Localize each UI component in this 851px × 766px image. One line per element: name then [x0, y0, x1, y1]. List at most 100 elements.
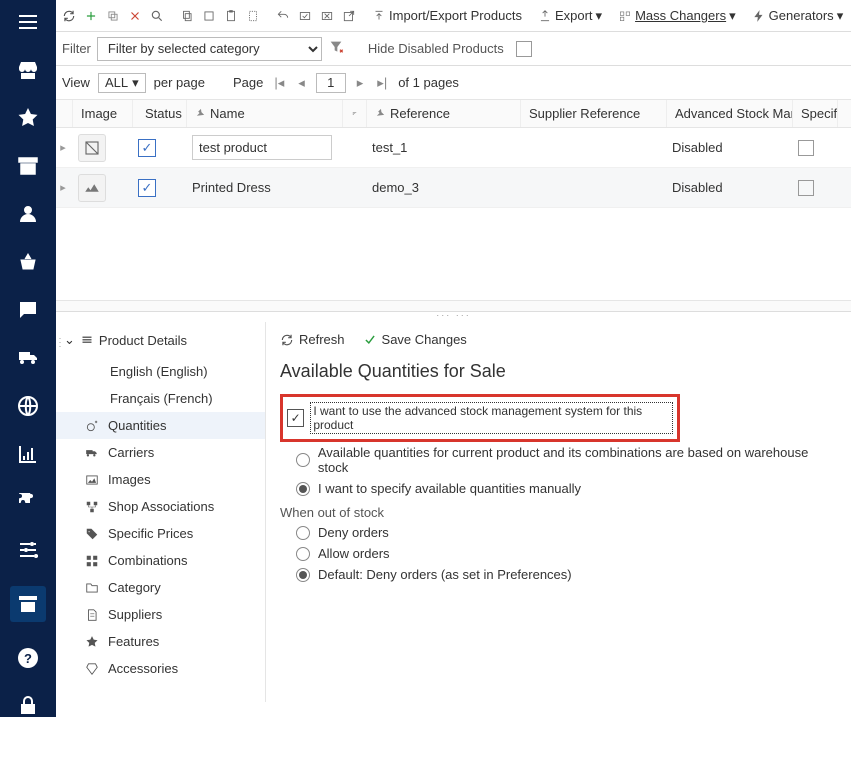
save-changes-button[interactable]: Save Changes [363, 332, 467, 347]
import-export-button[interactable]: Import/Export Products [372, 8, 522, 23]
name-input[interactable]: test product [192, 135, 332, 160]
col-image[interactable]: Image [73, 100, 133, 127]
tree-item-specific-prices[interactable]: Specific Prices [56, 520, 265, 547]
radio-icon[interactable] [296, 482, 310, 496]
next-page-button[interactable]: ▸ [354, 75, 367, 91]
star-icon[interactable] [16, 106, 40, 130]
drawer-icon[interactable] [10, 586, 46, 622]
oos-default[interactable]: Default: Deny orders (as set in Preferen… [280, 564, 837, 585]
generators-button[interactable]: Generators▾ [752, 8, 844, 24]
radio-icon[interactable] [296, 526, 310, 540]
mass-changers-button[interactable]: Mass Changers▾ [618, 8, 736, 24]
chevron-down-icon: ▾ [596, 8, 603, 24]
cell-specific-checkbox[interactable] [790, 128, 835, 167]
cell-name[interactable]: Printed Dress [184, 168, 340, 207]
filter-select[interactable]: Filter by selected category [97, 37, 322, 61]
detail-panel: Refresh Save Changes Available Quantitie… [266, 322, 851, 702]
sliders-icon[interactable] [16, 538, 40, 562]
col-specific[interactable]: Specifi [793, 100, 838, 127]
star-icon [84, 635, 100, 649]
prev-page-button[interactable]: ◂ [295, 75, 308, 91]
tree-item-carriers[interactable]: Carriers [56, 439, 265, 466]
option-manual[interactable]: I want to specify available quantities m… [280, 478, 837, 499]
open-external-button[interactable] [342, 9, 356, 23]
row-expander[interactable]: ▸ [56, 168, 70, 207]
option-warehouse[interactable]: Available quantities for current product… [280, 442, 837, 478]
puzzle-icon[interactable] [16, 490, 40, 514]
help-icon[interactable]: ? [16, 646, 40, 670]
radio-icon[interactable] [296, 568, 310, 582]
chart-icon[interactable] [16, 442, 40, 466]
radio-icon[interactable] [296, 453, 310, 467]
user-icon[interactable] [16, 202, 40, 226]
lock-icon[interactable] [16, 694, 40, 718]
network-icon [84, 500, 100, 514]
radio-icon[interactable] [296, 547, 310, 561]
cell-supplier-reference [518, 128, 664, 167]
tree-header[interactable]: ⌄ Product Details [56, 328, 265, 358]
enable-button[interactable] [298, 9, 312, 23]
col-reference[interactable]: Reference [367, 100, 521, 127]
add-button[interactable] [84, 9, 98, 23]
search-button[interactable] [150, 9, 164, 23]
status-checkbox[interactable] [138, 139, 156, 157]
asm-checkbox[interactable] [287, 409, 304, 427]
copy-button[interactable] [180, 9, 194, 23]
clear-filter-button[interactable] [328, 39, 344, 58]
horizontal-splitter[interactable]: ··· ··· [56, 312, 851, 322]
paste-button[interactable] [224, 9, 238, 23]
paste-special-button[interactable] [246, 9, 260, 23]
tree-item-combinations[interactable]: Combinations [56, 547, 265, 574]
export-button[interactable]: Export▾ [538, 8, 602, 24]
basket-icon[interactable] [16, 250, 40, 274]
refresh-button[interactable]: Refresh [280, 332, 345, 347]
archive-icon[interactable] [16, 154, 40, 178]
col-advanced-stock[interactable]: Advanced Stock Man [667, 100, 793, 127]
oos-allow[interactable]: Allow orders [280, 543, 837, 564]
store-icon[interactable] [16, 58, 40, 82]
delete-button[interactable] [128, 9, 142, 23]
cell-sort [340, 168, 364, 207]
col-name[interactable]: Name [187, 100, 343, 127]
undo-button[interactable] [276, 9, 290, 23]
cell-status[interactable] [130, 128, 184, 167]
refresh-button[interactable] [62, 9, 76, 23]
tree-item-accessories[interactable]: Accessories [56, 655, 265, 682]
cell-status[interactable] [130, 168, 184, 207]
table-row[interactable]: ▸ test product test_1 Disabled [56, 128, 851, 168]
gear-icon[interactable] [16, 742, 40, 766]
tree-item-images[interactable]: Images [56, 466, 265, 493]
cell-specific-checkbox[interactable] [790, 168, 835, 207]
cut-button[interactable] [202, 9, 216, 23]
hide-disabled-checkbox[interactable] [516, 41, 532, 57]
grid-icon [84, 554, 100, 568]
first-page-button[interactable]: |◂ [271, 75, 287, 91]
tree-item-category[interactable]: Category [56, 574, 265, 601]
tree-item-shop-associations[interactable]: Shop Associations [56, 493, 265, 520]
row-expander[interactable]: ▸ [56, 128, 70, 167]
oos-deny[interactable]: Deny orders [280, 522, 837, 543]
col-supplier-reference[interactable]: Supplier Reference [521, 100, 667, 127]
tree-item-features[interactable]: Features [56, 628, 265, 655]
menu-icon[interactable] [16, 10, 40, 34]
vertical-splitter[interactable]: ··· [56, 336, 64, 348]
col-status[interactable]: Status [133, 100, 187, 127]
cell-name[interactable]: test product [184, 128, 340, 167]
tree-item-quantities[interactable]: Quantities [56, 412, 265, 439]
truck-icon[interactable] [16, 346, 40, 370]
tree-item-french[interactable]: Français (French) [56, 385, 265, 412]
view-all-select[interactable]: ALL▾ [98, 73, 146, 93]
globe-icon[interactable] [16, 394, 40, 418]
tree-item-suppliers[interactable]: Suppliers [56, 601, 265, 628]
last-page-button[interactable]: ▸| [374, 75, 390, 91]
disable-button[interactable] [320, 9, 334, 23]
refresh-label: Refresh [299, 332, 345, 347]
status-checkbox[interactable] [138, 179, 156, 197]
table-row[interactable]: ▸ Printed Dress demo_3 Disabled [56, 168, 851, 208]
col-sort-icon[interactable] [343, 100, 367, 127]
page-input[interactable] [316, 73, 346, 93]
tree-item-english[interactable]: English (English) [56, 358, 265, 385]
chevron-down-icon: ⌄ [64, 332, 75, 348]
duplicate-button[interactable] [106, 9, 120, 23]
chat-icon[interactable] [16, 298, 40, 322]
